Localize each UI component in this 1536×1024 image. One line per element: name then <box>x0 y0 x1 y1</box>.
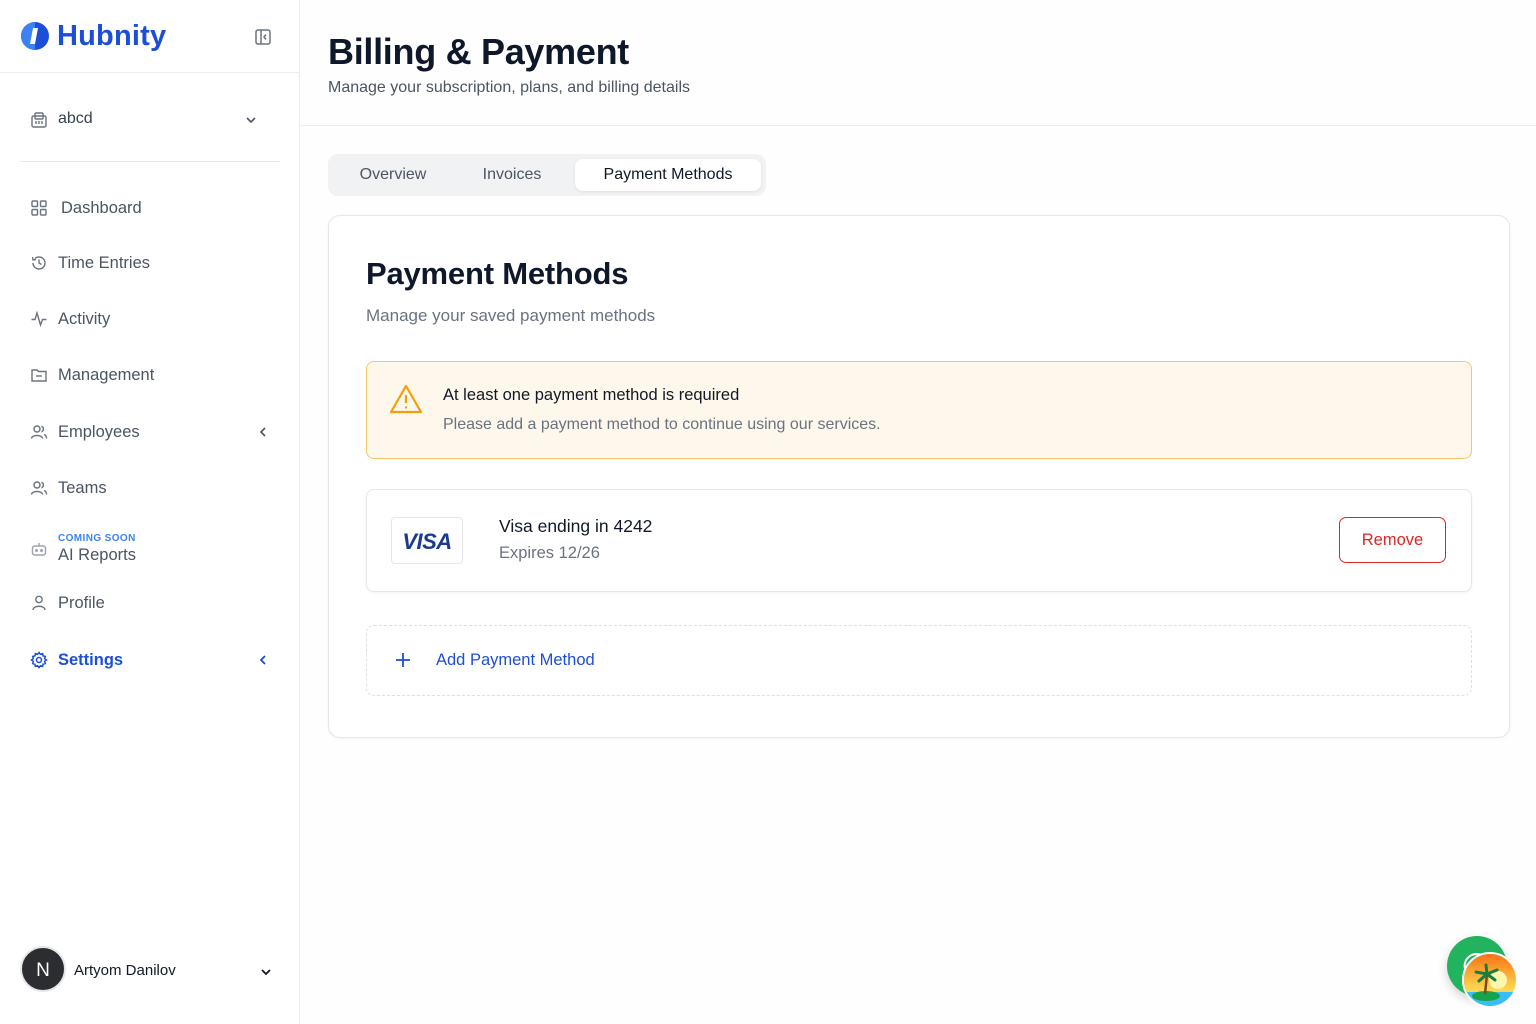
chevron-down-icon <box>261 969 271 976</box>
billing-tabs: Overview Invoices Payment Methods <box>328 154 766 196</box>
users-icon <box>30 481 48 495</box>
brand-name: Hubnity <box>57 20 167 52</box>
tab-overview[interactable]: Overview <box>338 159 448 191</box>
user-menu[interactable]: N Artyom Danilov <box>20 946 280 996</box>
chevron-left-icon <box>259 427 266 437</box>
main-content: Billing & Payment Manage your subscripti… <box>301 0 1536 1024</box>
sidebar-item-label: Employees <box>58 423 140 441</box>
user-icon <box>32 595 46 611</box>
sidebar-item-activity[interactable]: Activity <box>20 299 280 341</box>
sidebar-item-label: Teams <box>58 479 107 497</box>
sidebar-item-label: Management <box>58 366 155 384</box>
folder-icon <box>31 369 47 382</box>
sidebar-item-label: Time Entries <box>58 254 150 272</box>
card-title: Payment Methods <box>366 256 629 291</box>
sidebar-item-employees[interactable]: Employees <box>20 412 280 454</box>
tab-invoices[interactable]: Invoices <box>458 159 566 191</box>
sidebar-item-label: AI Reports <box>58 546 136 564</box>
history-icon <box>31 256 46 270</box>
card-expiry: Expires 12/26 <box>499 544 600 562</box>
chevron-left-icon <box>259 655 266 665</box>
card-subtitle: Manage your saved payment methods <box>366 306 656 325</box>
add-payment-method-label: Add Payment Method <box>436 651 595 669</box>
sidebar-item-settings[interactable]: Settings <box>20 640 280 682</box>
sidebar-item-time-entries[interactable]: Time Entries <box>20 243 280 285</box>
building-icon <box>31 112 47 128</box>
alert-title: At least one payment method is required <box>443 386 740 404</box>
brand-header: Hubnity <box>0 0 299 73</box>
page-header: Billing & Payment Manage your subscripti… <box>301 0 1536 126</box>
sidebar-item-label: Settings <box>58 651 124 669</box>
visa-card-logo: VISA <box>391 517 463 564</box>
card-name: Visa ending in 4242 <box>499 516 653 536</box>
chevron-down-icon <box>246 117 256 124</box>
sidebar-item-label: Profile <box>58 594 105 612</box>
workspace-selector[interactable]: abcd <box>20 100 280 162</box>
payment-method-item: VISA Visa ending in 4242 Expires 12/26 R… <box>366 489 1472 592</box>
coming-soon-badge: COMING SOON <box>58 533 136 544</box>
payment-methods-card: Payment Methods Manage your saved paymen… <box>328 215 1510 738</box>
activity-icon <box>31 310 47 328</box>
sidebar-item-teams[interactable]: Teams <box>20 468 280 510</box>
warning-triangle-icon <box>389 384 423 414</box>
page-title: Billing & Payment <box>328 31 629 72</box>
sidebar: Hubnity abcd Dashboard Time Entries Acti… <box>0 0 300 1024</box>
sidebar-item-label: Activity <box>58 310 111 328</box>
sidebar-item-dashboard[interactable]: Dashboard <box>20 188 280 230</box>
grid-icon <box>31 200 47 216</box>
sidebar-item-label: Dashboard <box>61 199 142 217</box>
plus-icon <box>396 653 410 667</box>
tab-payment-methods[interactable]: Payment Methods <box>575 159 761 191</box>
sidebar-item-ai-reports[interactable]: COMING SOON AI Reports <box>20 528 280 572</box>
remove-button[interactable]: Remove <box>1339 517 1446 563</box>
sidebar-collapse-icon[interactable] <box>254 28 272 46</box>
palm-avatar-icon[interactable] <box>1462 952 1518 1008</box>
avatar: N <box>20 946 66 992</box>
bot-icon <box>31 543 47 556</box>
sidebar-item-management[interactable]: Management <box>20 355 280 397</box>
sidebar-item-profile[interactable]: Profile <box>20 583 280 625</box>
warning-alert: At least one payment method is required … <box>366 361 1472 459</box>
workspace-name: abcd <box>58 110 93 127</box>
users-icon <box>30 425 48 439</box>
user-name: Artyom Danilov <box>74 962 176 979</box>
alert-text: Please add a payment method to continue … <box>443 416 881 433</box>
hubnity-logo-icon <box>21 22 49 50</box>
page-subtitle: Manage your subscription, plans, and bil… <box>328 79 690 96</box>
gear-icon <box>30 651 48 669</box>
add-payment-method-button[interactable]: Add Payment Method <box>366 625 1472 696</box>
